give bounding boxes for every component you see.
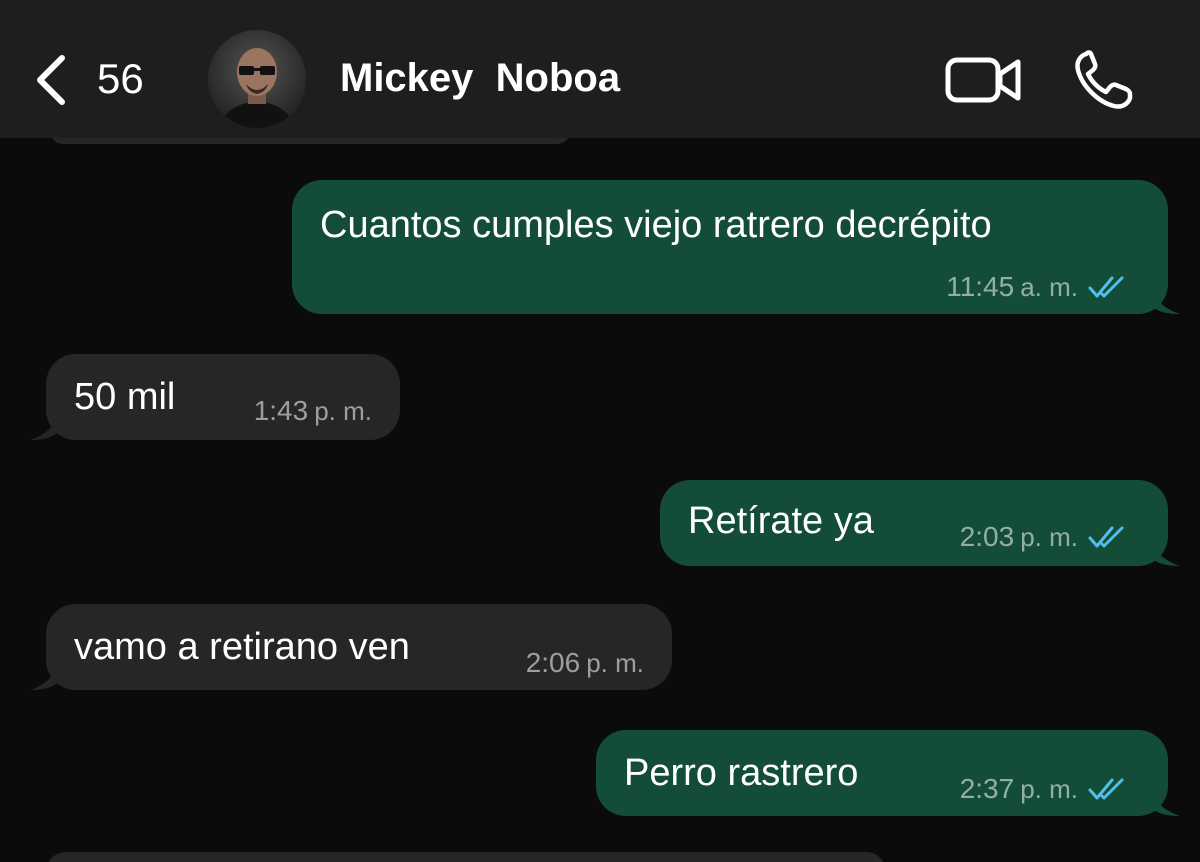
message-period: p. m.	[1020, 774, 1078, 804]
message-timestamp: 2:37 p. m.	[960, 774, 1128, 804]
message-timestamp: 11:45 a. m.	[946, 272, 1128, 302]
message-time: 1:43	[253, 395, 309, 426]
message-text: Perro rastrero	[624, 752, 859, 794]
chat-header: 56 Mickey Noboa	[0, 0, 1200, 138]
bubble-tail	[1150, 786, 1180, 816]
unread-count: 56	[97, 55, 144, 102]
outgoing-message[interactable]: Perro rastrero 2:37 p. m.	[596, 730, 1168, 816]
message-period: a. m.	[1020, 272, 1078, 302]
back-button[interactable]: 56	[30, 48, 160, 110]
message-timestamp: 2:06 p. m.	[525, 647, 644, 679]
message-timestamp: 2:03 p. m.	[960, 522, 1128, 552]
message-text: 50 mil	[74, 376, 176, 418]
incoming-message[interactable]: 50 mil 1:43 p. m.	[46, 354, 400, 440]
message-timestamp: 1:43 p. m.	[253, 395, 372, 427]
video-call-button[interactable]	[944, 52, 1024, 108]
bubble-tail	[30, 660, 60, 690]
video-camera-icon	[945, 57, 1021, 103]
read-receipt-icon	[1088, 276, 1124, 298]
bubble-tail	[1150, 536, 1180, 566]
message-period: p. m.	[586, 648, 644, 678]
chevron-left-icon	[37, 55, 65, 105]
voice-call-button[interactable]	[1070, 48, 1140, 112]
chat-screen: 56 Mickey Noboa Cuantos cumples viejo ra…	[0, 0, 1200, 862]
read-receipt-icon	[1088, 526, 1124, 548]
message-time: 2:06	[525, 647, 581, 678]
bubble-tail	[1150, 284, 1180, 314]
incoming-message[interactable]: vamo a retirano ven 2:06 p. m.	[46, 604, 672, 690]
message-time: 2:37	[959, 773, 1015, 804]
avatar-image	[208, 30, 306, 128]
message-period: p. m.	[314, 396, 372, 426]
bubble-tail	[30, 410, 60, 440]
message-text: Retírate ya	[688, 500, 874, 542]
contact-name[interactable]: Mickey Noboa	[340, 52, 620, 104]
message-time: 11:45	[946, 271, 1015, 302]
message-period: p. m.	[1020, 522, 1078, 552]
read-receipt-icon	[1088, 778, 1124, 800]
message-text: Cuantos cumples viejo ratrero decrépito	[320, 204, 992, 246]
phone-icon	[1075, 50, 1133, 109]
outgoing-message[interactable]: Cuantos cumples viejo ratrero decrépito …	[292, 180, 1168, 314]
message-time: 2:03	[959, 521, 1015, 552]
next-message-bubble	[46, 852, 886, 862]
avatar[interactable]	[208, 30, 306, 128]
outgoing-message[interactable]: Retírate ya 2:03 p. m.	[660, 480, 1168, 566]
message-text: vamo a retirano ven	[74, 626, 410, 668]
